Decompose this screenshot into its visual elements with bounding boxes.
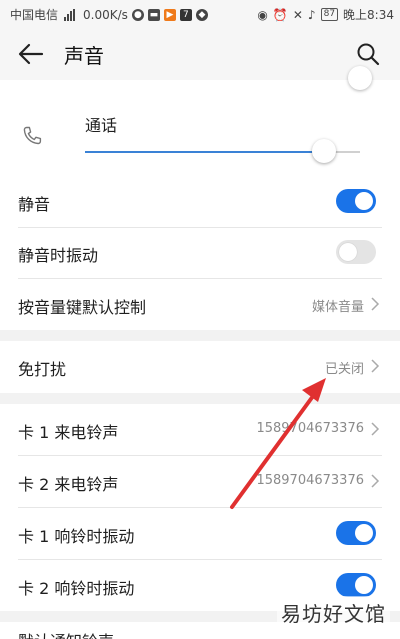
volume-key-control-row[interactable]: 按音量键默认控制 媒体音量 — [0, 279, 400, 330]
call-volume-slider[interactable] — [85, 139, 360, 163]
sim1-ring-vibrate-label: 卡 1 响铃时振动 — [18, 527, 135, 546]
sim2-ring-vibrate-toggle[interactable] — [336, 573, 376, 597]
watermark: 易坊好文馆 — [277, 596, 390, 629]
call-volume-label: 通话 — [85, 116, 118, 135]
default-notification-tone-label[interactable]: 默认通知铃声 — [18, 628, 114, 639]
chevron-right-icon — [371, 297, 380, 311]
sim2-ringtone-row[interactable]: 卡 2 来电铃声 1589704673376 — [0, 456, 400, 507]
app-header: 声音 — [0, 28, 400, 80]
battery-icon: 87 — [320, 8, 339, 21]
chevron-right-icon — [371, 422, 380, 436]
do-not-disturb-card: 免打扰 已关闭 — [0, 341, 400, 393]
eye-icon: ◉ — [257, 7, 268, 22]
sim1-ringtone-row[interactable]: 卡 1 来电铃声 15897046733​76 — [0, 404, 400, 455]
chevron-right-icon — [371, 359, 380, 373]
vibrate-on-mute-label: 静音时振动 — [18, 246, 99, 265]
toggle-knob — [355, 524, 373, 542]
carrier-label: 中国电信 — [10, 8, 59, 22]
ringtone-card: 卡 1 来电铃声 15897046733​76 卡 2 来电铃声 1589704… — [0, 404, 400, 611]
sim1-ring-vibrate-toggle[interactable] — [336, 521, 376, 545]
status-bar: 中国电信 0.00K/s ● ▬ ▶ 7 ◆ ◉ ⏰ ✕ ♪ 87 晚上8:34 — [0, 0, 400, 28]
do-not-disturb-row[interactable]: 免打扰 已关闭 — [0, 341, 400, 392]
call-volume-slider-fill — [85, 151, 313, 153]
app-icon: 7 — [179, 8, 192, 21]
qq-icon: ◆ — [195, 8, 208, 21]
page-title: 声音 — [64, 44, 104, 68]
search-icon[interactable] — [356, 42, 380, 66]
vibrate-on-mute-toggle[interactable] — [336, 240, 376, 264]
net-speed-label: 0.00K/s — [83, 7, 128, 22]
volume-key-control-label: 按音量键默认控制 — [18, 298, 147, 317]
do-not-disturb-value: 已关闭 — [324, 362, 364, 377]
sim2-ringtone-label: 卡 2 来电铃声 — [18, 475, 119, 494]
back-arrow-icon[interactable] — [18, 42, 44, 66]
vibrate-on-mute-row[interactable]: 静音时振动 — [0, 227, 400, 278]
mute-label: 静音 — [18, 195, 51, 214]
message-icon: ▬ — [147, 8, 160, 21]
sim1-ring-vibrate-row[interactable]: 卡 1 响铃时振动 — [0, 508, 400, 559]
wechat-icon: ● — [131, 8, 144, 21]
volume-key-control-value: 媒体音量 — [311, 300, 364, 315]
video-app-icon: ▶ — [163, 8, 176, 21]
chevron-right-icon — [371, 474, 380, 488]
mute-row[interactable]: 静音 — [0, 176, 400, 227]
toggle-knob — [355, 576, 373, 594]
previous-slider-thumb[interactable] — [348, 66, 372, 90]
toggle-knob — [355, 192, 373, 210]
toggle-knob — [339, 243, 357, 261]
phone-icon — [23, 126, 42, 145]
clock-label: 晚上8:34 — [343, 8, 394, 22]
mute-toggle[interactable] — [336, 189, 376, 213]
signal-icon — [64, 8, 76, 21]
sim1-ringtone-value: 15897046733​76 — [256, 421, 364, 436]
sim2-ring-vibrate-label: 卡 2 响铃时振动 — [18, 579, 135, 598]
alarm-icon: ⏰ — [272, 7, 288, 22]
bell-off-icon: ♪ — [307, 7, 316, 22]
mute-icon: ✕ — [292, 7, 303, 22]
sim1-ringtone-label: 卡 1 来电铃声 — [18, 423, 119, 442]
do-not-disturb-label: 免打扰 — [18, 360, 67, 379]
sim2-ringtone-value: 1589704673376 — [256, 473, 364, 488]
